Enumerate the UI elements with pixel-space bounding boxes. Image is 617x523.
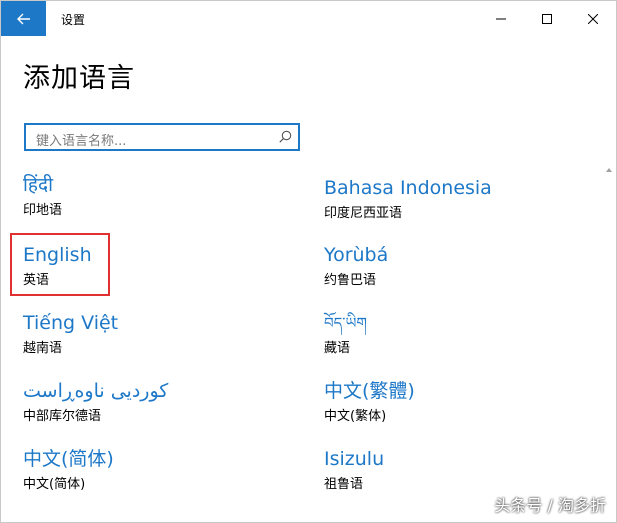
language-item-chinese-traditional[interactable]: 中文(繁體) 中文(繁体) xyxy=(324,379,415,424)
language-local-name: 中文(简体) xyxy=(23,477,86,492)
language-native-name: བོད་ཡིག xyxy=(324,314,367,332)
language-item-zulu[interactable]: Isizulu 祖鲁语 xyxy=(324,447,384,492)
language-local-name: 中文(繁体) xyxy=(324,409,387,424)
language-native-name: کوردیی ناوەڕاست xyxy=(23,380,169,402)
language-item-kurdish[interactable]: کوردیی ناوەڕاست 中部库尔德语 xyxy=(23,379,168,424)
minimize-icon xyxy=(496,18,506,19)
language-local-name: 约鲁巴语 xyxy=(324,273,377,288)
language-native-name: हिंदी xyxy=(23,174,54,196)
watermark: 头条号 / 淘多折 xyxy=(494,496,606,515)
language-native-name: Isizulu xyxy=(324,448,385,470)
maximize-button[interactable] xyxy=(524,1,570,36)
page-title: 添加语言 xyxy=(23,63,135,94)
search-icon[interactable] xyxy=(279,130,292,143)
language-local-name: 中部库尔德语 xyxy=(23,409,102,424)
scroll-up-arrow-icon[interactable] xyxy=(605,166,613,174)
search-placeholder: 键入语言名称... xyxy=(36,134,127,149)
english-highlight-box xyxy=(10,233,110,296)
minimize-button[interactable] xyxy=(478,1,524,36)
language-native-name: 中文(繁體) xyxy=(324,380,415,402)
language-local-name: 祖鲁语 xyxy=(324,477,364,492)
title-bar: 设置 xyxy=(1,1,616,36)
language-native-name: 中文(简体) xyxy=(23,448,114,470)
language-native-name: Tiếng Việt xyxy=(23,312,119,334)
language-item-indonesian[interactable]: Bahasa Indonesia 印度尼西亚语 xyxy=(324,176,492,221)
language-item-hindi[interactable]: हिंदी 印地语 xyxy=(23,173,62,218)
maximize-icon xyxy=(542,13,552,24)
scrollbar[interactable] xyxy=(605,166,613,522)
close-button[interactable] xyxy=(570,1,616,36)
search-input[interactable]: 键入语言名称... xyxy=(24,123,300,151)
language-native-name: Bahasa Indonesia xyxy=(324,177,492,199)
window-title: 设置 xyxy=(61,13,86,27)
language-item-vietnamese[interactable]: Tiếng Việt 越南语 xyxy=(23,311,118,356)
language-item-tibetan[interactable]: བོད་ཡིག 藏语 xyxy=(324,311,367,356)
language-native-name: Yorùbá xyxy=(324,244,389,266)
close-icon xyxy=(588,13,598,24)
language-local-name: 印地语 xyxy=(23,203,63,218)
language-local-name: 藏语 xyxy=(324,341,351,356)
language-local-name: 印度尼西亚语 xyxy=(324,206,403,221)
language-item-yoruba[interactable]: Yorùbá 约鲁巴语 xyxy=(324,243,388,288)
settings-window: 设置 添加语言 键入语言名称... हिंदी 印地语 English 英语 T… xyxy=(0,0,617,523)
language-local-name: 越南语 xyxy=(23,341,63,356)
back-button[interactable] xyxy=(1,1,46,36)
language-item-chinese-simplified[interactable]: 中文(简体) 中文(简体) xyxy=(23,447,114,492)
back-arrow-icon xyxy=(16,13,30,24)
